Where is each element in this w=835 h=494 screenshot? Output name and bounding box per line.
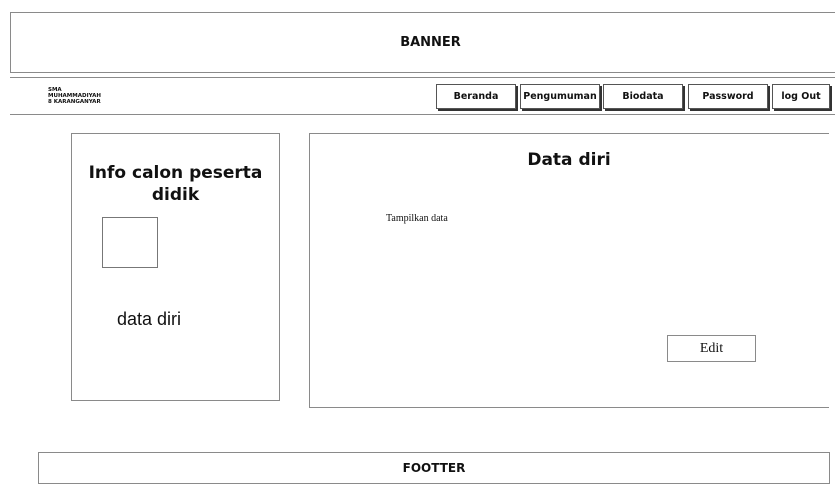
nav-beranda-button[interactable]: Beranda	[436, 84, 516, 109]
page-title: Data diri	[527, 150, 611, 170]
nav-biodata-label: Biodata	[622, 91, 664, 102]
nav-pengumuman-button[interactable]: Pengumuman	[520, 84, 600, 109]
school-name-line3: 8 KARANGANYAR	[48, 99, 101, 105]
sidebar-data-diri-link[interactable]: data diri	[117, 309, 181, 330]
nav-password-label: Password	[702, 91, 754, 102]
sidebar-title: Info calon peserta didik	[88, 163, 263, 205]
footer: FOOTTER	[38, 452, 830, 484]
data-display-text: Tampilkan data	[386, 213, 448, 224]
nav-logout-button[interactable]: log Out	[772, 84, 830, 109]
banner-label: BANNER	[400, 35, 461, 50]
nav-beranda-label: Beranda	[453, 91, 499, 102]
banner: BANNER	[10, 12, 835, 73]
edit-button[interactable]: Edit	[667, 335, 756, 362]
school-name: SMA MUHAMMADIYAH 8 KARANGANYAR	[48, 87, 101, 105]
edit-button-label: Edit	[699, 340, 724, 356]
nav-password-button[interactable]: Password	[688, 84, 768, 109]
nav-pengumuman-label: Pengumuman	[523, 91, 597, 102]
main-panel	[309, 133, 829, 408]
footer-label: FOOTTER	[402, 461, 466, 475]
nav-biodata-button[interactable]: Biodata	[603, 84, 683, 109]
nav-logout-label: log Out	[781, 91, 821, 102]
profile-photo-placeholder	[102, 217, 158, 268]
